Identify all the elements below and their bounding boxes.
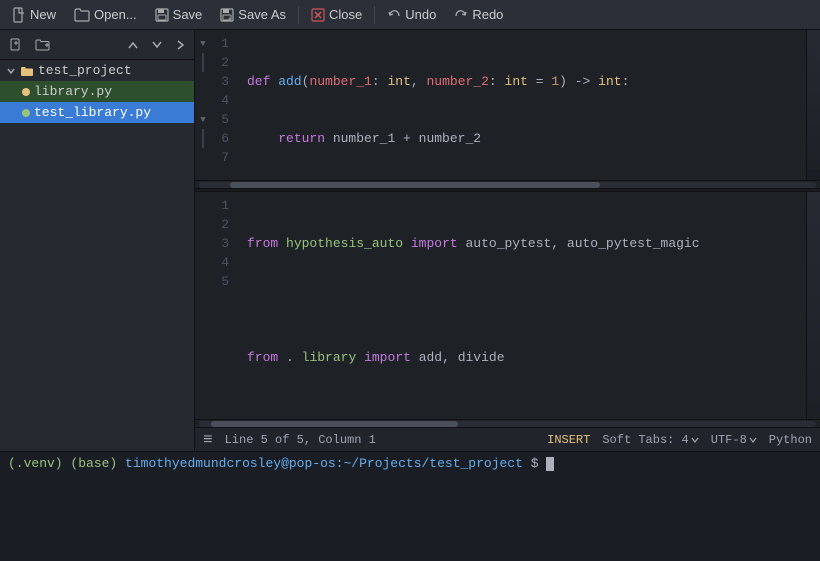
cursor-position: Line 5 of 5, Column 1 bbox=[225, 433, 376, 447]
sidebar-item-library-py[interactable]: library.py bbox=[0, 81, 194, 102]
line-numbers-top: 1 2 3 4 5 6 7 bbox=[211, 30, 239, 180]
terminal-line: (.venv) (base) timothyedmundcrosley@pop-… bbox=[8, 456, 812, 471]
save-button[interactable]: Save bbox=[147, 2, 211, 28]
h-scrollbar-bottom[interactable] bbox=[195, 419, 820, 427]
fold-col-bottom bbox=[195, 192, 211, 419]
terminal-cursor bbox=[546, 457, 554, 471]
nav-down-button[interactable] bbox=[146, 37, 168, 53]
fold-bar-2 bbox=[195, 72, 211, 91]
fold-bar-1 bbox=[195, 53, 211, 72]
toolbar: New Open... Save + Save As bbox=[0, 0, 820, 30]
redo-button[interactable]: Redo bbox=[446, 2, 511, 28]
indent-icon: ≡ bbox=[203, 431, 213, 449]
fold-arrow-2[interactable]: ▼ bbox=[195, 110, 211, 129]
redo-icon bbox=[454, 8, 468, 22]
fold-bar-4 bbox=[195, 129, 211, 148]
close-button[interactable]: Close bbox=[303, 2, 370, 28]
close-toolbar-icon bbox=[311, 8, 325, 22]
sidebar-item-test-library-py[interactable]: test_library.py bbox=[0, 102, 194, 123]
terminal[interactable]: (.venv) (base) timothyedmundcrosley@pop-… bbox=[0, 451, 820, 561]
line-numbers-bottom: 1 2 3 4 5 bbox=[211, 192, 239, 419]
main-area: test_project library.py test_library.py … bbox=[0, 30, 820, 451]
fold-bar-b4 bbox=[195, 253, 211, 272]
chevron-down-tabs-icon bbox=[691, 436, 699, 444]
save-as-button[interactable]: + Save As bbox=[212, 2, 294, 28]
sidebar-toolbar bbox=[0, 30, 194, 60]
chevron-up-icon bbox=[127, 40, 139, 50]
save-as-icon: + bbox=[220, 8, 234, 22]
nav-right-button[interactable] bbox=[170, 36, 190, 54]
code-content-top[interactable]: def add(number_1: int, number_2: int = 1… bbox=[239, 30, 806, 180]
file-dot-active-icon bbox=[22, 109, 30, 117]
minimap-top bbox=[806, 30, 820, 180]
chevron-right-icon bbox=[175, 39, 185, 51]
chevron-down-icon bbox=[151, 40, 163, 50]
encoding-dropdown[interactable]: UTF-8 bbox=[711, 433, 757, 447]
top-code-panel[interactable]: ▼ ▼ 1 2 3 4 5 6 7 def add(number_1: int, bbox=[195, 30, 820, 180]
editor-mode: INSERT bbox=[547, 433, 590, 447]
language-label: Python bbox=[769, 433, 812, 447]
bottom-code-panel[interactable]: 1 2 3 4 5 from hypothesis_auto import au… bbox=[195, 192, 820, 419]
soft-tabs-dropdown[interactable]: Soft Tabs: 4 bbox=[602, 433, 698, 447]
minimap-bottom bbox=[806, 192, 820, 419]
status-bar: ≡ Line 5 of 5, Column 1 INSERT Soft Tabs… bbox=[195, 427, 820, 451]
chevron-down-folder-icon bbox=[6, 66, 16, 76]
sidebar: test_project library.py test_library.py bbox=[0, 30, 195, 451]
fold-bar-b5 bbox=[195, 272, 211, 291]
open-button[interactable]: Open... bbox=[66, 2, 145, 28]
folder-open-icon bbox=[74, 8, 90, 22]
toolbar-separator-2 bbox=[374, 6, 375, 24]
new-button[interactable]: New bbox=[4, 2, 64, 28]
fold-bar-b3 bbox=[195, 234, 211, 253]
svg-text:+: + bbox=[228, 16, 231, 22]
undo-icon bbox=[387, 8, 401, 22]
folder-item-test-project[interactable]: test_project bbox=[0, 60, 194, 81]
save-icon bbox=[155, 8, 169, 22]
h-scrollbar-top[interactable] bbox=[195, 180, 820, 188]
fold-arrow-1[interactable]: ▼ bbox=[195, 34, 211, 53]
fold-bar-3 bbox=[195, 91, 211, 110]
nav-up-button[interactable] bbox=[122, 37, 144, 53]
new-file-sidebar-button[interactable] bbox=[4, 35, 28, 55]
fold-bar-5 bbox=[195, 148, 211, 167]
editor-area: ▼ ▼ 1 2 3 4 5 6 7 def add(number_1: int, bbox=[195, 30, 820, 451]
file-dot-icon bbox=[22, 88, 30, 96]
new-file-icon bbox=[9, 38, 23, 52]
new-folder-sidebar-button[interactable] bbox=[30, 35, 56, 54]
fold-bar-b2 bbox=[195, 215, 211, 234]
fold-bar-b1 bbox=[195, 196, 211, 215]
toolbar-separator bbox=[298, 6, 299, 24]
file-new-icon bbox=[12, 7, 26, 23]
fold-col-top: ▼ ▼ bbox=[195, 30, 211, 180]
code-content-bottom[interactable]: from hypothesis_auto import auto_pytest,… bbox=[239, 192, 806, 419]
new-folder-icon bbox=[35, 38, 51, 51]
chevron-down-encoding-icon bbox=[749, 436, 757, 444]
undo-button[interactable]: Undo bbox=[379, 2, 444, 28]
folder-icon bbox=[20, 65, 34, 77]
